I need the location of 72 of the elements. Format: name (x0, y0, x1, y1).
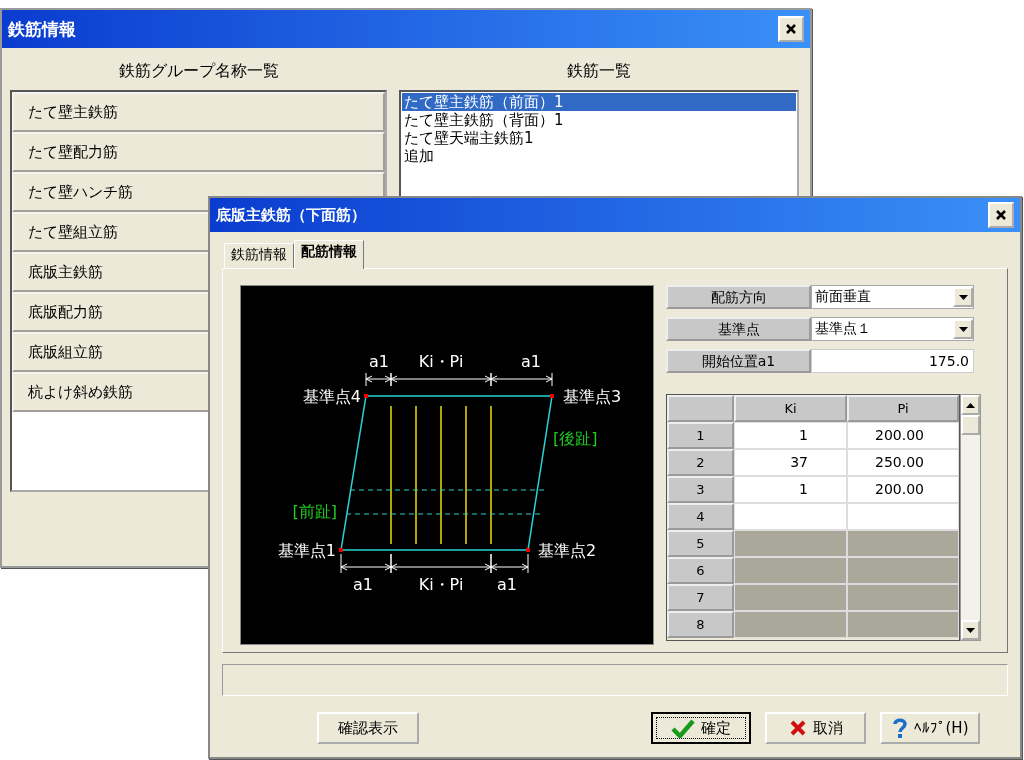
up-arrow-icon (966, 402, 975, 408)
close-icon (785, 23, 797, 35)
column-header: Pi (847, 395, 959, 422)
table-cell[interactable] (847, 530, 959, 557)
input-field[interactable]: 175.0 (811, 349, 974, 373)
list-heading: 鉄筋グループ名称一覧 (117, 60, 280, 82)
scrollbar[interactable] (960, 394, 981, 641)
dropdown-field[interactable]: 前面垂直 (811, 285, 974, 309)
check-icon (671, 718, 695, 738)
reference-point-label: 基準点4 (302, 387, 361, 406)
group-list-item[interactable]: たて壁配力筋 (12, 132, 385, 172)
help-icon (891, 717, 908, 739)
rebar-list-item[interactable]: たて壁主鉄筋（前面）1 (402, 93, 796, 111)
row-header: 2 (667, 449, 734, 476)
row-header: 3 (667, 476, 734, 503)
reference-point-label: 基準点3 (563, 387, 622, 406)
dropdown-field[interactable]: 基準点１ (811, 317, 974, 341)
group-list-item[interactable]: たて壁主鉄筋 (12, 92, 385, 132)
tab[interactable]: 配筋情報 (294, 240, 364, 269)
window-title: 鉄筋情報 (8, 17, 76, 41)
table-cell[interactable] (847, 557, 959, 584)
table-cell[interactable] (734, 611, 847, 638)
row-header: 6 (667, 557, 734, 584)
row-header: 8 (667, 611, 734, 638)
rebar-list-item[interactable]: たて壁主鉄筋（背面）1 (402, 111, 796, 129)
down-arrow-icon (966, 627, 975, 633)
field-label: 配筋方向 (666, 285, 811, 309)
table-cell[interactable] (734, 503, 847, 530)
table-cell[interactable] (847, 611, 959, 638)
table-cell[interactable]: 200.00 (847, 476, 959, 503)
table-cell[interactable] (734, 584, 847, 611)
tab[interactable]: 鉄筋情報 (224, 243, 294, 268)
close-button[interactable] (988, 202, 1014, 228)
table-cell[interactable]: 200.00 (847, 422, 959, 449)
table-cell[interactable] (847, 584, 959, 611)
field-label: 基準点 (666, 317, 811, 341)
table-cell[interactable]: 1 (734, 422, 847, 449)
table-cell[interactable]: 1 (734, 476, 847, 503)
scroll-thumb[interactable] (961, 415, 980, 435)
dimension-label: Ki・Pi (418, 352, 464, 371)
dialog-button[interactable]: 確定 (651, 712, 751, 744)
dialog-button[interactable]: 取消 (765, 712, 866, 744)
row-header: 7 (667, 584, 734, 611)
dimension-label: a1 (521, 352, 541, 371)
reference-point-label: 基準点1 (277, 541, 336, 560)
table-cell[interactable] (734, 557, 847, 584)
row-header: 4 (667, 503, 734, 530)
table-cell[interactable] (847, 503, 959, 530)
caret-icon (958, 294, 968, 300)
close-icon (995, 209, 1007, 221)
dimension-label: Ki・Pi (418, 575, 464, 594)
zone-label: [後趾] (553, 429, 598, 448)
zone-label: [前趾] (292, 502, 337, 521)
cross-icon (788, 719, 807, 737)
dimension-label: a1 (497, 575, 517, 594)
header-cell (667, 395, 734, 422)
row-header: 1 (667, 422, 734, 449)
reference-point-label: 基準点2 (538, 541, 597, 560)
caret-icon (958, 326, 968, 332)
rebar-list-item[interactable]: たて壁天端主鉄筋1 (402, 129, 796, 147)
dialog-button[interactable]: 確認表示 (317, 712, 419, 744)
row-header: 5 (667, 530, 734, 557)
table-cell[interactable]: 250.00 (847, 449, 959, 476)
list-heading: 鉄筋一覧 (566, 60, 632, 82)
table-cell[interactable]: 37 (734, 449, 847, 476)
dimension-label: a1 (353, 575, 373, 594)
dialog-button[interactable]: ﾍﾙﾌﾟ(H) (880, 712, 980, 744)
table-cell[interactable] (734, 530, 847, 557)
rebar-list-item[interactable]: 追加 (402, 147, 796, 165)
column-header: Ki (734, 395, 847, 422)
field-label: 開始位置a1 (666, 349, 811, 373)
close-button[interactable] (778, 16, 804, 42)
